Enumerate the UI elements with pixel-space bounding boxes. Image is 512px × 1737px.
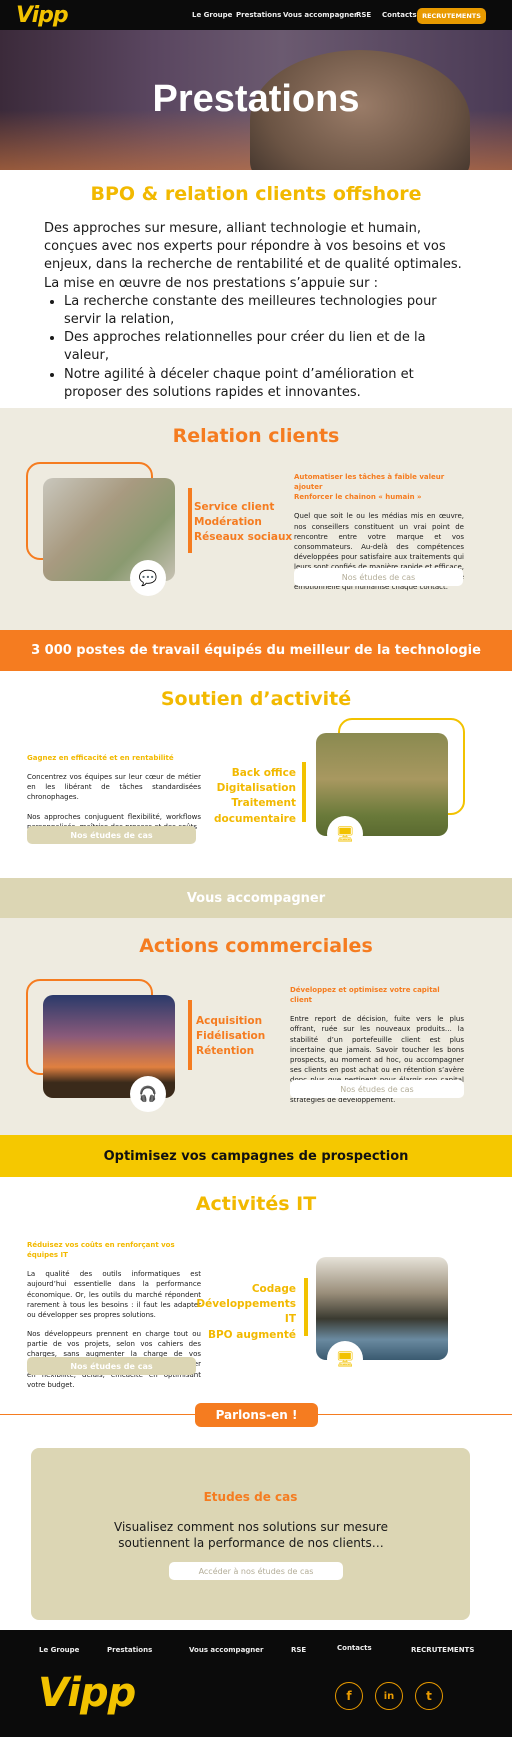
bpo-title: BPO & relation clients offshore xyxy=(90,183,422,205)
label: Modération xyxy=(194,516,262,529)
it-labels: Codage Développements IT BPO augmenté xyxy=(190,1282,296,1343)
actions-title: Actions commerciales xyxy=(139,935,373,957)
headset-icon: 🎧 xyxy=(130,1076,166,1112)
footer-nav-prestations[interactable]: Prestations xyxy=(107,1646,152,1654)
label: Réseaux sociaux xyxy=(194,531,293,544)
divider xyxy=(304,1278,308,1336)
cases-title: Etudes de cas xyxy=(203,1490,298,1504)
cases-text: Visualisez comment nos solutions sur mes… xyxy=(114,1520,388,1551)
divider xyxy=(188,1000,192,1070)
label: Service client xyxy=(194,501,275,513)
banner-postes: 3 000 postes de travail équipés du meill… xyxy=(0,630,512,671)
nav-contacts[interactable]: Contacts xyxy=(382,11,417,19)
bpo-lead: La mise en œuvre de nos prestations s’ap… xyxy=(44,275,378,291)
page-title: Prestations xyxy=(152,78,360,120)
logo[interactable]: Vipp xyxy=(16,3,69,28)
paragraph: Concentrez vos équipes sur leur cœur de … xyxy=(27,773,201,802)
subtitle: Renforcer le chainon « humain » xyxy=(294,493,422,502)
footer-logo[interactable]: Vipp xyxy=(38,1670,136,1716)
label: Traitement xyxy=(231,797,296,810)
footer-nav-le-groupe[interactable]: Le Groupe xyxy=(39,1646,79,1654)
bpo-intro: Des approches sur mesure, alliant techno… xyxy=(44,221,462,273)
label: Codage xyxy=(251,1283,296,1295)
soutien-labels: Back office Digitalisation Traitement do… xyxy=(200,766,296,827)
subtitle: Gagnez en efficacité et en rentabilité xyxy=(27,754,174,762)
banner-prospection: Optimisez vos campagnes de prospection xyxy=(0,1135,512,1177)
footer-nav-recrutements[interactable]: RECRUTEMENTS xyxy=(411,1646,474,1654)
divider xyxy=(302,762,306,822)
case-studies-box: Etudes de cas Visualisez comment nos sol… xyxy=(31,1448,470,1620)
soutien-title: Soutien d’activité xyxy=(160,688,352,710)
label: Acquisition xyxy=(196,1015,263,1027)
actions-labels: Acquisition Fidélisation Rétention xyxy=(196,1014,265,1060)
relation-section: Relation clients 💬 Service client Modéra… xyxy=(0,408,512,630)
access-case-studies-button[interactable]: Accéder à nos études de cas xyxy=(169,1562,343,1580)
subtitle: Automatiser les tâches à faible valeur a… xyxy=(294,473,445,492)
label: Fidélisation xyxy=(196,1030,266,1043)
label: Digitalisation xyxy=(216,782,296,795)
talk-button[interactable]: Parlons-en ! xyxy=(195,1403,318,1427)
paragraph: La qualité des outils informatiques est … xyxy=(27,1270,201,1319)
case-studies-button[interactable]: Nos études de cas xyxy=(27,826,196,844)
divider xyxy=(188,488,192,553)
relation-labels: Service client Modération Réseaux sociau… xyxy=(194,500,292,546)
label: Rétention xyxy=(196,1045,255,1058)
footer: Le Groupe Prestations Vous accompagner R… xyxy=(0,1630,512,1737)
footer-nav-contacts[interactable]: Contacts xyxy=(337,1644,372,1652)
label: documentaire xyxy=(214,812,296,825)
footer-nav-rse[interactable]: RSE xyxy=(291,1646,306,1654)
linkedin-icon[interactable]: in xyxy=(375,1682,403,1710)
soutien-text: Gagnez en efficacité et en rentabilité C… xyxy=(27,753,201,832)
nav-rse[interactable]: RSE xyxy=(356,11,371,19)
label: Back office xyxy=(231,767,296,779)
case-studies-button[interactable]: Nos études de cas xyxy=(290,1080,464,1098)
monitor-icon: 🖥 xyxy=(327,816,363,852)
bpo-bullet: Notre agilité à déceler chaque point d’a… xyxy=(64,366,474,402)
facebook-icon[interactable]: f xyxy=(335,1682,363,1710)
relation-title: Relation clients xyxy=(172,425,340,447)
monitor-icon: 🖥 xyxy=(327,1341,363,1377)
label: BPO augmenté xyxy=(207,1328,296,1341)
nav-vous-accompagner[interactable]: Vous accompagner xyxy=(283,11,357,19)
hero: Prestations xyxy=(0,30,512,170)
bpo-bullet: Des approches relationnelles pour créer … xyxy=(64,329,474,365)
subtitle: Développez et optimisez votre capital cl… xyxy=(290,986,440,1005)
twitter-icon[interactable]: t xyxy=(415,1682,443,1710)
bpo-bullet: La recherche constante des meilleures te… xyxy=(64,293,474,329)
footer-nav-vous-accompagner[interactable]: Vous accompagner xyxy=(189,1646,263,1654)
case-studies-button[interactable]: Nos études de cas xyxy=(27,1357,196,1375)
banner-vous-accompagner: Vous accompagner xyxy=(0,878,512,918)
label: Développements IT xyxy=(196,1298,296,1326)
subtitle: Réduisez vos coûts en renforçant vos équ… xyxy=(27,1241,175,1260)
chat-icon: 💬 xyxy=(130,560,166,596)
case-studies-button[interactable]: Nos études de cas xyxy=(294,568,463,586)
it-title: Activités IT xyxy=(195,1193,317,1215)
header: Vipp Le Groupe Prestations Vous accompag… xyxy=(0,0,512,30)
recrutements-button[interactable]: RECRUTEMENTS xyxy=(417,8,486,24)
nav-le-groupe[interactable]: Le Groupe xyxy=(192,11,232,19)
nav-prestations[interactable]: Prestations xyxy=(236,11,281,19)
actions-section: Actions commerciales 🎧 Acquisition Fidél… xyxy=(0,918,512,1135)
bpo-content: Des approches sur mesure, alliant techno… xyxy=(44,220,474,402)
